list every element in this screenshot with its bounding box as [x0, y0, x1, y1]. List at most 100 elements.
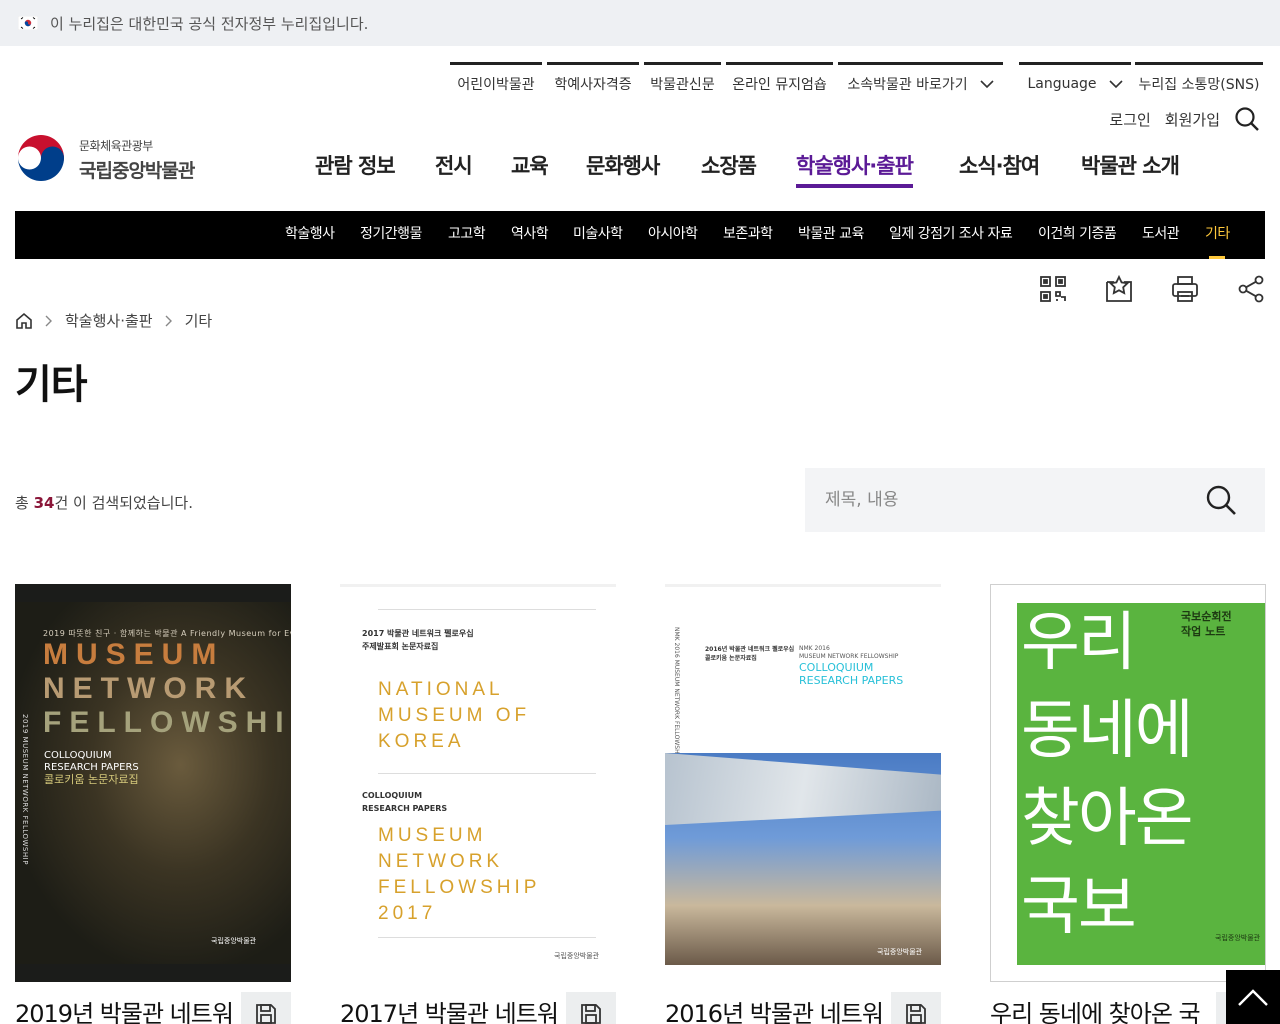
site-logo[interactable]: 문화체육관광부 국립중앙박물관	[15, 134, 195, 186]
sub-nav: 학술행사 정기간행물 고고학 역사학 미술사학 아시아학 보존과학 박물관 교육…	[15, 211, 1265, 259]
page-title: 기타	[15, 362, 88, 408]
cover-mn2: NETWORK	[378, 851, 504, 872]
book-cover-image[interactable]: 2017 박물관 네트워크 펠로우십 주제발표회 논문자료집 NATIONAL …	[340, 584, 616, 982]
nav-exhibition[interactable]: 전시	[435, 150, 473, 180]
subnav-academic-events[interactable]: 학술행사	[285, 211, 335, 259]
subnav-periodicals[interactable]: 정기간행물	[360, 211, 422, 259]
book-cover-image[interactable]: 2019 따뜻한 친구 · 함께하는 박물관 A Friendly Museum…	[15, 584, 291, 982]
qr-button[interactable]	[1038, 272, 1068, 306]
cover-publisher-logo: 국립중앙박물관	[554, 952, 600, 960]
subnav-leekunhee-donation[interactable]: 이건희 기증품	[1038, 211, 1117, 259]
subnav-archaeology[interactable]: 고고학	[448, 211, 486, 259]
cover-kh1: 2016년 박물관 네트워크 펠로우십	[705, 646, 795, 653]
subnav-library[interactable]: 도서관	[1142, 211, 1180, 259]
green-cover-panel: 우리 동네에 찾아온 국보 국보순회전 작업 노트 국립중앙박물관	[1017, 603, 1265, 965]
util-link-online-shop[interactable]: 온라인 뮤지엄숍	[726, 62, 833, 100]
download-button[interactable]	[241, 992, 291, 1024]
login-link[interactable]: 로그인	[1109, 109, 1150, 130]
cover-note1: 국보순회전	[1181, 610, 1232, 623]
cover-line1: 우리	[1021, 606, 1137, 680]
gov-banner-text: 이 누리집은 대한민국 공식 전자정부 누리집입니다.	[50, 14, 369, 33]
download-button[interactable]	[566, 992, 616, 1024]
cover-colloquium: COLLOQUIUM RESEARCH PAPERS	[362, 789, 447, 815]
logo-ministry: 문화체육관광부	[79, 139, 153, 153]
nav-about-museum[interactable]: 박물관 소개	[1081, 150, 1180, 180]
cover-hdr1: 2017 박물관 네트워크 펠로우십	[362, 629, 474, 638]
download-button[interactable]	[891, 992, 941, 1024]
util-link-kids-museum[interactable]: 어린이박물관	[450, 62, 542, 100]
cover-eh1: NMK 2016	[799, 645, 830, 652]
language-dropdown[interactable]: Language	[1019, 62, 1131, 100]
breadcrumb-level2[interactable]: 기타	[185, 310, 213, 331]
cover-eh2: MUSEUM NETWORK FELLOWSHIP	[799, 653, 899, 660]
cover-publisher-logo: 국립중앙박물관	[877, 948, 923, 956]
subnav-etc[interactable]: 기타	[1205, 211, 1230, 259]
search-input[interactable]	[825, 490, 1185, 510]
cover-line4: 국보	[1021, 870, 1137, 944]
book-cover-image[interactable]: 우리 동네에 찾아온 국보 국보순회전 작업 노트 국립중앙박물관	[990, 584, 1266, 982]
card-title[interactable]: 우리 동네에 찾아온 국	[990, 994, 1215, 1024]
chevron-right-icon	[45, 315, 52, 326]
cover-colloquium: COLLOQUIUM RESEARCH PAPERS 콜로키움 논문자료집	[44, 750, 139, 786]
gov-banner: 이 누리집은 대한민국 공식 전자정부 누리집입니다.	[0, 0, 1280, 46]
publication-card[interactable]: NMK 2016 MUSEUM NETWORK FELLOWSHIP 2016년…	[665, 584, 941, 1024]
util-link-curator-cert[interactable]: 학예사자격증	[547, 62, 639, 100]
cover-nm2: MUSEUM OF	[378, 705, 531, 726]
chevron-right-icon	[165, 315, 172, 326]
subnav-history[interactable]: 역사학	[511, 211, 549, 259]
cover-note: 국보순회전 작업 노트	[1181, 609, 1232, 639]
cover-kr: 콜로키움 논문자료집	[44, 773, 139, 786]
search-icon[interactable]	[1205, 484, 1237, 516]
cover-coll2: RESEARCH PAPERS	[362, 804, 448, 813]
subnav-museum-education[interactable]: 박물관 교육	[798, 211, 864, 259]
museum-emblem-icon	[16, 135, 66, 185]
share-button[interactable]	[1236, 272, 1266, 306]
cover-en-header: NMK 2016 MUSEUM NETWORK FELLOWSHIP COLLO…	[799, 645, 903, 687]
nav-collection[interactable]: 소장품	[701, 150, 757, 180]
publication-card[interactable]: 2017 박물관 네트워크 펠로우십 주제발표회 논문자료집 NATIONAL …	[340, 584, 616, 1024]
card-title[interactable]: 2019년 박물관 네트워	[15, 994, 240, 1024]
subnav-colonial-survey[interactable]: 일제 강점기 조사 자료	[889, 211, 1013, 259]
publication-card[interactable]: 우리 동네에 찾아온 국보 국보순회전 작업 노트 국립중앙박물관 우리 동네에…	[990, 584, 1266, 1024]
bookmark-button[interactable]	[1104, 272, 1134, 306]
cover-title-line1: MUSEUM	[43, 638, 225, 671]
logo-museum-name: 국립중앙박물관	[79, 160, 195, 182]
divider	[378, 609, 596, 610]
cover-side-text: 2019 MUSEUM NETWORK FELLOWSHIP	[21, 714, 29, 865]
subnav-asian-studies[interactable]: 아시아학	[648, 211, 698, 259]
nav-news-participation[interactable]: 소식·참여	[959, 150, 1040, 180]
back-to-top-button[interactable]	[1226, 970, 1280, 1024]
search-icon[interactable]	[1234, 106, 1260, 132]
nav-visit-info[interactable]: 관람 정보	[315, 150, 396, 180]
chevron-up-icon	[1238, 989, 1268, 1006]
publication-card[interactable]: 2019 따뜻한 친구 · 함께하는 박물관 A Friendly Museum…	[15, 584, 291, 1024]
share-icon	[1238, 275, 1264, 303]
util-affiliated-museums-dropdown[interactable]: 소속박물관 바로가기	[838, 62, 1003, 100]
home-icon[interactable]	[15, 312, 33, 330]
cover-title-line3: FELLOWSHIP	[43, 706, 291, 739]
signup-link[interactable]: 회원가입	[1165, 109, 1220, 130]
cover-kh2: 콜로키움 논문자료집	[705, 655, 757, 662]
cover-coll1: COLLOQUIUM	[362, 791, 423, 800]
breadcrumb-level1[interactable]: 학술행사·출판	[65, 310, 153, 331]
nav-academic-publication[interactable]: 학술행사·출판	[796, 150, 914, 188]
card-title[interactable]: 2016년 박물관 네트워	[665, 994, 890, 1024]
qr-code-icon	[1040, 276, 1066, 302]
nav-education[interactable]: 교육	[511, 150, 549, 180]
cover-title-line2: NETWORK	[43, 672, 254, 705]
subnav-conservation[interactable]: 보존과학	[723, 211, 773, 259]
subnav-art-history[interactable]: 미술사학	[573, 211, 623, 259]
print-icon	[1172, 276, 1198, 302]
account-links: 로그인 회원가입	[1109, 106, 1260, 132]
card-title[interactable]: 2017년 박물관 네트워	[340, 994, 565, 1024]
nav-cultural-events[interactable]: 문화행사	[586, 150, 660, 180]
save-icon	[256, 1004, 276, 1024]
print-button[interactable]	[1170, 272, 1200, 306]
cover-kr-header: 2016년 박물관 네트워크 펠로우십 콜로키움 논문자료집	[705, 645, 794, 663]
cover-line2: 동네에	[1021, 694, 1194, 768]
search-box	[805, 468, 1265, 532]
util-link-newspaper[interactable]: 박물관신문	[644, 62, 721, 100]
save-icon	[906, 1004, 926, 1024]
util-link-sns[interactable]: 누리집 소통망(SNS)	[1135, 62, 1263, 100]
book-cover-image[interactable]: NMK 2016 MUSEUM NETWORK FELLOWSHIP 2016년…	[665, 584, 941, 982]
